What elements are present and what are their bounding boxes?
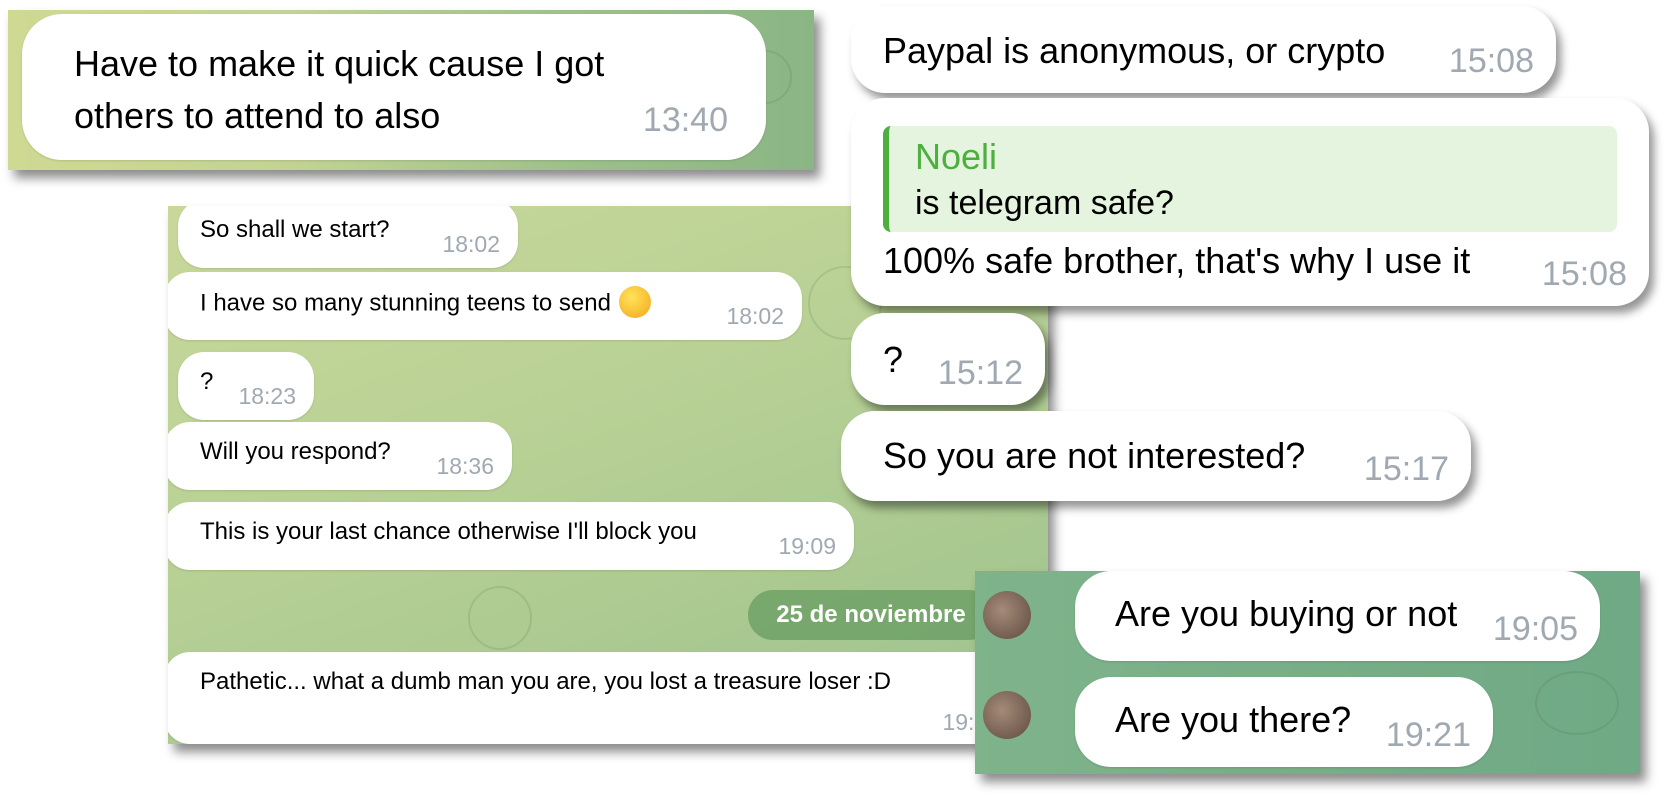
message-text: Will you respond? xyxy=(200,438,391,465)
message-text: So shall we start? xyxy=(200,216,390,243)
reply-message-bubble[interactable]: Noeli is telegram safe? 100% safe brothe… xyxy=(851,98,1649,306)
message-bubble[interactable]: Are you buying or not 19:05 xyxy=(1075,571,1600,661)
message-text: ? xyxy=(200,368,214,395)
message-bubble[interactable]: I have so many stunning teens to send 18… xyxy=(168,272,802,340)
message-time: 18:02 xyxy=(442,231,500,257)
quote-sender-name: Noeli xyxy=(915,136,998,177)
message-text: Paypal is anonymous, or crypto xyxy=(883,30,1386,71)
message-time: 15:12 xyxy=(937,354,1023,392)
message-time: 18:23 xyxy=(238,383,296,409)
message-text-line: Have to make it quick cause I got xyxy=(74,43,605,84)
avatar[interactable] xyxy=(983,691,1031,739)
face-savoring-food-emoji xyxy=(618,286,651,318)
message-bubble[interactable]: So you are not interested? 15:17 xyxy=(841,411,1471,501)
message-bubble[interactable]: Will you respond? 18:36 xyxy=(168,422,512,490)
wallpaper-doodle xyxy=(468,586,532,650)
date-separator: 25 de noviembre xyxy=(748,590,994,640)
wallpaper-doodle xyxy=(1535,671,1619,735)
message-text: Are you there? xyxy=(1115,699,1352,740)
message-bubble[interactable]: This is your last chance otherwise I'll … xyxy=(168,502,854,570)
message-text: ? xyxy=(883,339,904,380)
message-time: 13:40 xyxy=(642,101,728,139)
message-bubble[interactable]: ? 18:23 xyxy=(178,352,314,420)
message-text: 100% safe brother, that's why I use it xyxy=(883,240,1471,281)
message-bubble[interactable]: Are you there? 19:21 xyxy=(1075,677,1493,767)
message-time: 18:02 xyxy=(726,303,784,329)
message-text: Are you buying or not xyxy=(1115,593,1458,634)
message-time: 15:08 xyxy=(1541,255,1627,293)
message-time: 19:05 xyxy=(1492,610,1578,648)
message-time: 15:08 xyxy=(1448,42,1534,80)
message-time: 19:09 xyxy=(778,533,836,559)
message-time: 19:21 xyxy=(1385,716,1471,754)
chat-panel-top-left: Have to make it quick cause I got others… xyxy=(8,10,814,170)
message-time: 15:17 xyxy=(1363,450,1449,488)
message-text: I have so many stunning teens to send xyxy=(200,289,611,317)
message-text: So you are not interested? xyxy=(883,435,1306,476)
message-bubble[interactable]: ? 15:12 xyxy=(851,313,1045,405)
message-text: This is your last chance otherwise I'll … xyxy=(200,518,697,545)
message-bubble[interactable]: Pathetic... what a dumb man you are, you… xyxy=(168,652,1018,744)
message-text: Pathetic... what a dumb man you are, you… xyxy=(200,668,892,695)
chat-panel-bottom-right: Are you buying or not 19:05 Are you ther… xyxy=(975,571,1640,774)
message-bubble[interactable]: Paypal is anonymous, or crypto 15:08 xyxy=(851,6,1556,93)
reply-quote[interactable]: Noeli is telegram safe? xyxy=(883,126,1617,232)
quote-text: is telegram safe? xyxy=(915,184,1174,222)
message-bubble[interactable]: So shall we start? 18:02 xyxy=(178,206,518,268)
message-time: 18:36 xyxy=(436,453,494,479)
message-bubble[interactable]: Have to make it quick cause I got others… xyxy=(22,14,766,160)
avatar[interactable] xyxy=(983,591,1031,639)
